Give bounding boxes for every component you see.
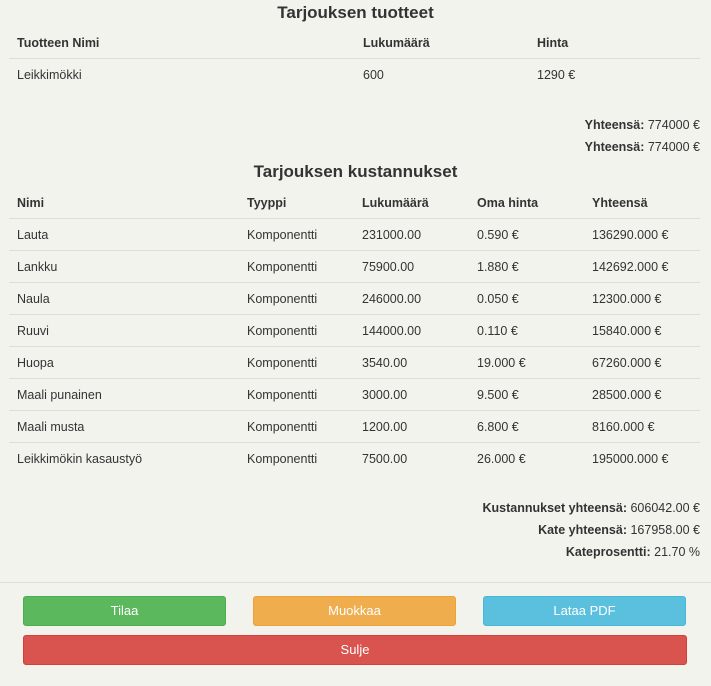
table-row: Leikkimökki 600 1290 € <box>9 58 700 90</box>
costs-title: Tarjouksen kustannukset <box>253 162 458 181</box>
order-button[interactable]: Tilaa <box>23 596 226 626</box>
cell-total: 12300.000 € <box>584 282 700 315</box>
margin-total-line: Kate yhteensä: 167958.00 € <box>538 523 700 537</box>
cell-name: Leikkimökin kasaustyö <box>9 442 239 474</box>
cell-total: 67260.000 € <box>584 346 700 379</box>
costs-totals: Kustannukset yhteensä: 606042.00 € Kate … <box>483 497 700 563</box>
costs-total-line: Kustannukset yhteensä: 606042.00 € <box>482 501 700 515</box>
footer: Tilaa Muokkaa Lataa PDF Sulje <box>0 582 711 686</box>
cell-quantity: 231000.00 <box>354 218 469 251</box>
cell-unit-price: 0.050 € <box>469 282 584 315</box>
cell-type: Komponentti <box>239 218 354 251</box>
costs-table: Nimi Tyyppi Lukumäärä Oma hinta Yhteensä… <box>9 188 700 474</box>
margin-percent-line: Kateprosentti: 21.70 % <box>565 545 700 559</box>
table-row: Ruuvi Komponentti 144000.00 0.110 €15840.00… <box>9 314 700 347</box>
table-row: Lankku Komponentti 75900.00 1.880 €142692.0… <box>9 250 700 283</box>
header-price: Hinta <box>537 36 569 50</box>
cell-type: Komponentti <box>239 442 354 474</box>
cell-total: 195000.000 € <box>584 442 700 474</box>
cell-unit-price: 1.880 € <box>469 250 584 283</box>
cell-quantity: 1200.00 <box>354 410 469 443</box>
products-table: Tuotteen Nimi Lukumäärä Hinta Leikkimökk… <box>9 28 700 90</box>
header-quantity: Lukumäärä <box>363 36 430 50</box>
cell-quantity: 246000.00 <box>354 282 469 315</box>
table-row: Maali musta Komponentti 1200.00 6.800 €8160… <box>9 410 700 443</box>
cell-name: Lauta <box>9 218 239 251</box>
products-total-line: Yhteensä: 774000 € <box>584 140 700 154</box>
header-type: Tyyppi <box>247 196 287 210</box>
header-name: Nimi <box>17 196 45 210</box>
table-row: Naula Komponentti 246000.00 0.050 €12300.00… <box>9 282 700 315</box>
cell-name: Huopa <box>9 346 239 379</box>
cell-product-name: Leikkimökki <box>9 58 355 90</box>
costs-header-row: Nimi Tyyppi Lukumäärä Oma hinta Yhteensä <box>9 188 700 219</box>
cell-unit-price: 0.590 € <box>469 218 584 251</box>
cell-total: 142692.000 € <box>584 250 700 283</box>
cell-name: Naula <box>9 282 239 315</box>
table-row: Lauta Komponentti 231000.00 0.590 €136290.0… <box>9 218 700 251</box>
products-title: Tarjouksen tuotteet <box>277 3 434 22</box>
close-button[interactable]: Sulje <box>23 635 687 665</box>
header-quantity: Lukumäärä <box>362 196 429 210</box>
cell-total: 28500.000 € <box>584 378 700 411</box>
header-unit-price: Oma hinta <box>477 196 539 210</box>
cell-type: Komponentti <box>239 378 354 411</box>
table-row: Leikkimökin kasaustyö Komponentti 7500.00 2… <box>9 442 700 474</box>
cell-type: Komponentti <box>239 250 354 283</box>
cell-total: 136290.000 € <box>584 218 700 251</box>
cell-unit-price: 6.800 € <box>469 410 584 443</box>
cell-unit-price: 26.000 € <box>469 442 584 474</box>
products-header-row: Tuotteen Nimi Lukumäärä Hinta <box>9 28 700 59</box>
table-row: Huopa Komponentti 3540.00 19.000 €67260.000… <box>9 346 700 379</box>
cell-quantity: 144000.00 <box>354 314 469 347</box>
header-product-name: Tuotteen Nimi <box>17 36 100 50</box>
cell-name: Lankku <box>9 250 239 283</box>
products-total-line: Yhteensä: 774000 € <box>584 118 700 132</box>
cell-unit-price: 0.110 € <box>469 314 584 347</box>
cell-quantity: 600 <box>355 58 529 90</box>
cell-price: 1290 € <box>529 58 700 90</box>
cell-quantity: 3000.00 <box>354 378 469 411</box>
products-totals: Yhteensä: 774000 € Yhteensä: 774000 € <box>585 114 700 158</box>
cell-total: 8160.000 € <box>584 410 700 443</box>
cell-name: Maali musta <box>9 410 239 443</box>
cell-quantity: 75900.00 <box>354 250 469 283</box>
table-row: Maali punainen Komponentti 3000.00 9.500 €2… <box>9 378 700 411</box>
download-pdf-button[interactable]: Lataa PDF <box>483 596 686 626</box>
cell-type: Komponentti <box>239 346 354 379</box>
header-total: Yhteensä <box>592 196 648 210</box>
edit-button[interactable]: Muokkaa <box>253 596 456 626</box>
cell-unit-price: 19.000 € <box>469 346 584 379</box>
cell-quantity: 7500.00 <box>354 442 469 474</box>
cell-name: Ruuvi <box>9 314 239 347</box>
cell-quantity: 3540.00 <box>354 346 469 379</box>
cell-type: Komponentti <box>239 410 354 443</box>
cell-name: Maali punainen <box>9 378 239 411</box>
cell-total: 15840.000 € <box>584 314 700 347</box>
cell-type: Komponentti <box>239 282 354 315</box>
cell-unit-price: 9.500 € <box>469 378 584 411</box>
cell-type: Komponentti <box>239 314 354 347</box>
